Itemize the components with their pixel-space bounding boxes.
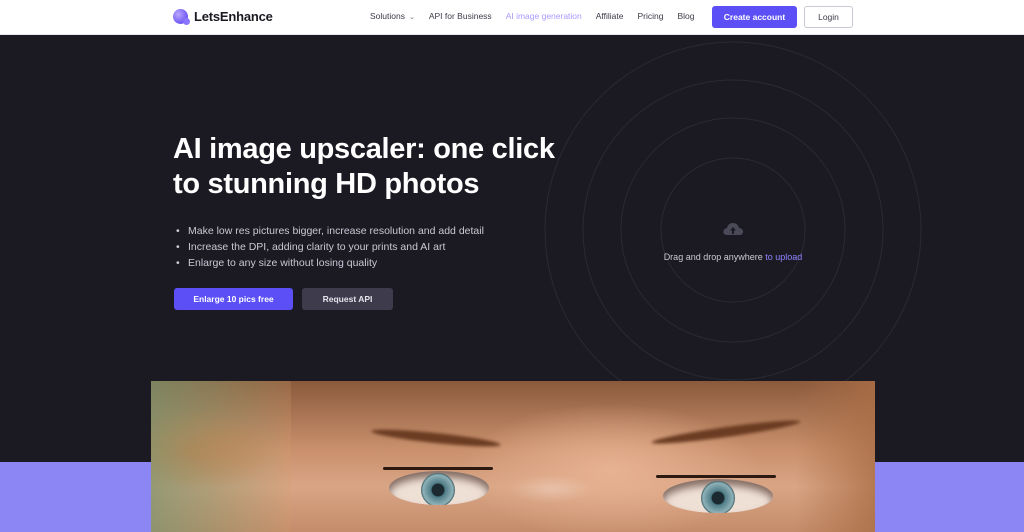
logo[interactable]: LetsEnhance	[173, 9, 273, 25]
nav-link-blog[interactable]: Blog	[677, 11, 694, 21]
feature-item: Make low res pictures bigger, increase r…	[176, 223, 484, 239]
nav-links: Solutions ⌄ API for Business AI image gen…	[370, 11, 695, 21]
request-api-button[interactable]: Request API	[302, 288, 393, 310]
headline-line-2: to stunning HD photos	[173, 168, 480, 200]
top-navigation: LetsEnhance Solutions ⌄ API for Business …	[0, 0, 1024, 35]
headline-line-1: AI image upscaler: one click	[173, 133, 555, 165]
photo-brow-right	[651, 416, 801, 448]
nav-link-ai-image-generation[interactable]: AI image generation	[506, 11, 582, 21]
upload-link[interactable]: to upload	[765, 252, 802, 262]
nav-link-solutions[interactable]: Solutions ⌄	[370, 11, 415, 21]
feature-list: Make low res pictures bigger, increase r…	[176, 223, 484, 271]
nav-link-api-for-business[interactable]: API for Business	[429, 11, 492, 21]
cloud-upload-icon	[723, 223, 744, 235]
upload-text: Drag and drop anywhere	[663, 252, 763, 262]
photo-brow-left	[370, 426, 502, 450]
logo-text: LetsEnhance	[194, 9, 273, 24]
nav-link-pricing[interactable]: Pricing	[638, 11, 664, 21]
enlarge-free-button[interactable]: Enlarge 10 pics free	[174, 288, 293, 310]
photo-lash-left	[383, 467, 493, 470]
upload-instructions: Drag and drop anywhere to upload	[640, 252, 826, 262]
photo-eye-right	[663, 479, 773, 513]
logo-mark-icon	[173, 9, 190, 25]
create-account-button[interactable]: Create account	[712, 6, 797, 28]
photo-hair-left	[151, 381, 291, 532]
example-photo	[151, 381, 875, 532]
nav-link-solutions-label: Solutions	[370, 11, 405, 21]
feature-item: Increase the DPI, adding clarity to your…	[176, 239, 484, 255]
upload-dropzone[interactable]: Drag and drop anywhere to upload	[640, 221, 826, 262]
nav-link-affiliate[interactable]: Affiliate	[596, 11, 624, 21]
login-button[interactable]: Login	[804, 6, 853, 28]
photo-hair-right	[795, 381, 875, 532]
chevron-down-icon: ⌄	[408, 14, 415, 21]
photo-lash-right	[656, 475, 776, 478]
page-title: AI image upscaler: one click to stunning…	[173, 132, 633, 202]
photo-eye-left	[389, 471, 489, 505]
feature-item: Enlarge to any size without losing quali…	[176, 255, 484, 271]
